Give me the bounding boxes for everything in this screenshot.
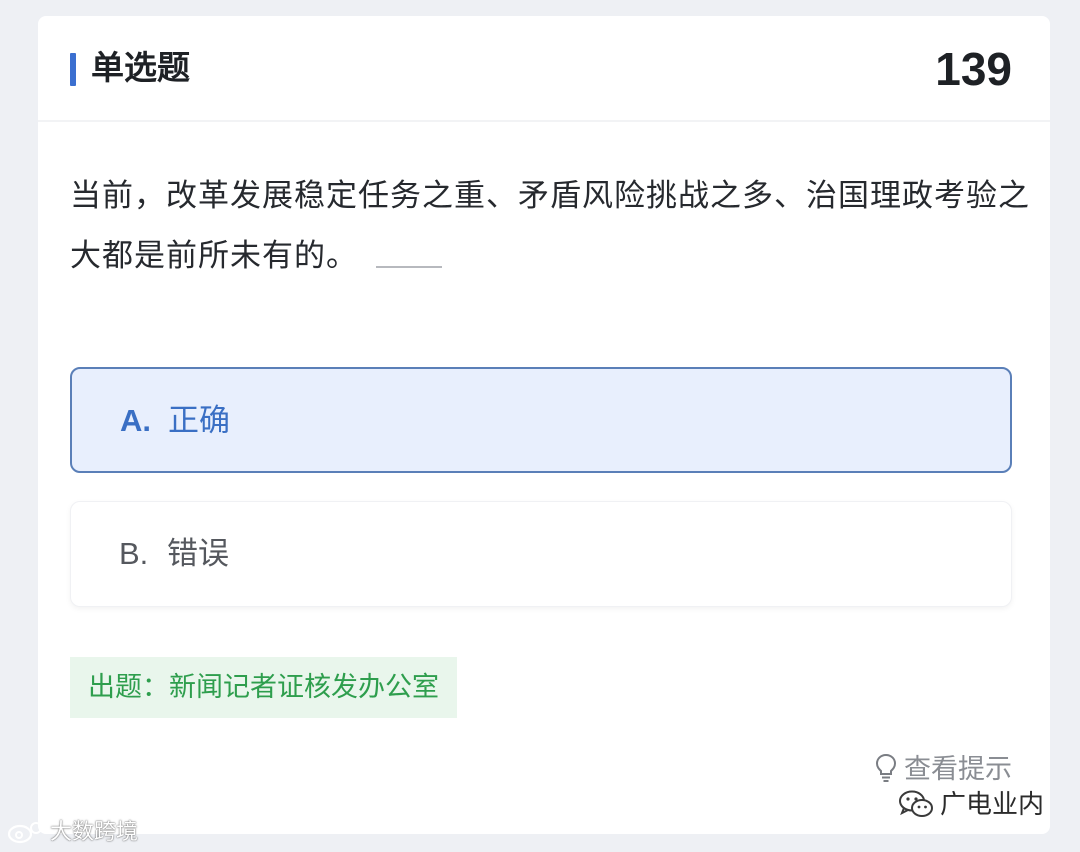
weibo-watermark: 大数跨境 <box>6 816 138 850</box>
view-hint-label: 查看提示 <box>904 754 1012 785</box>
option-b-text: 错误 <box>167 536 229 572</box>
weibo-watermark-label: 大数跨境 <box>50 820 139 845</box>
view-hint-button[interactable]: 查看提示 <box>874 750 1012 790</box>
question-card: 单选题 139 当前，改革发展稳定任务之重、矛盾风险挑战之多、治国理政考验之大都… <box>38 16 1050 834</box>
question-header: 单选题 139 <box>38 16 1050 122</box>
question-text: 当前，改革发展稳定任务之重、矛盾风险挑战之多、治国理政考验之大都是前所未有的。 <box>70 178 1030 274</box>
question-source-tag: 出题：新闻记者证核发办公室 <box>70 657 457 718</box>
option-a-text: 正确 <box>168 403 230 439</box>
question-stem: 当前，改革发展稳定任务之重、矛盾风险挑战之多、治国理政考验之大都是前所未有的。 <box>70 166 1030 286</box>
lightbulb-icon <box>875 753 897 782</box>
wechat-icon <box>898 790 933 817</box>
option-a-letter: A. <box>120 403 151 438</box>
option-a[interactable]: A. 正确 <box>70 367 1012 473</box>
wechat-watermark-label: 广电业内 <box>939 790 1044 820</box>
question-type-label: 单选题 <box>91 48 190 87</box>
option-b-letter: B. <box>119 536 149 571</box>
answer-blank <box>376 265 442 268</box>
wechat-watermark: 广电业内 <box>898 785 1044 825</box>
question-number: 139 <box>935 43 1012 95</box>
question-type-marker <box>70 53 76 86</box>
option-b[interactable]: B. 错误 <box>70 501 1012 607</box>
weibo-icon <box>7 822 48 844</box>
